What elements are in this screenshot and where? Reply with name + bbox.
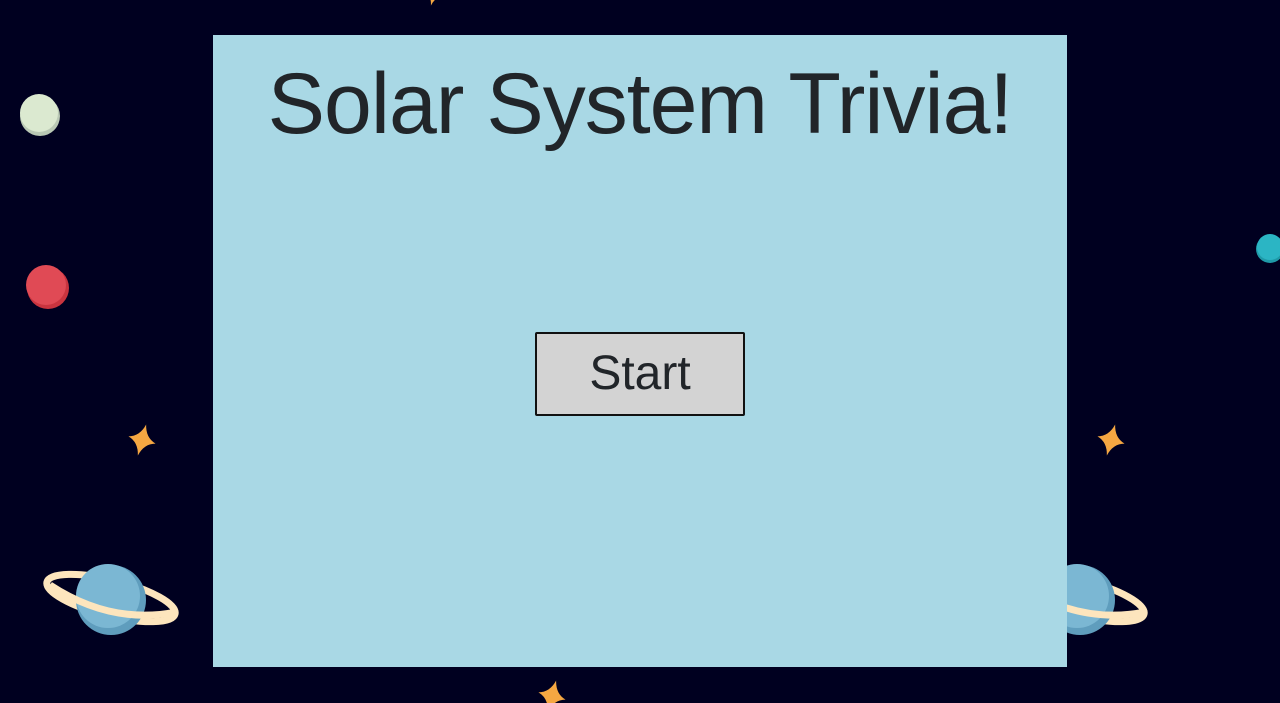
star-icon <box>128 424 156 456</box>
game-panel: Solar System Trivia! Start <box>213 35 1067 667</box>
start-button[interactable]: Start <box>535 332 745 416</box>
game-title: Solar System Trivia! <box>267 56 1014 152</box>
star-icon <box>1097 424 1125 456</box>
red-planet-icon <box>26 265 69 309</box>
star-icon <box>424 0 444 6</box>
teal-planet-icon <box>1256 234 1280 263</box>
star-icon <box>538 680 566 703</box>
ringed-planet-icon <box>43 564 179 635</box>
green-planet-icon <box>20 94 60 136</box>
